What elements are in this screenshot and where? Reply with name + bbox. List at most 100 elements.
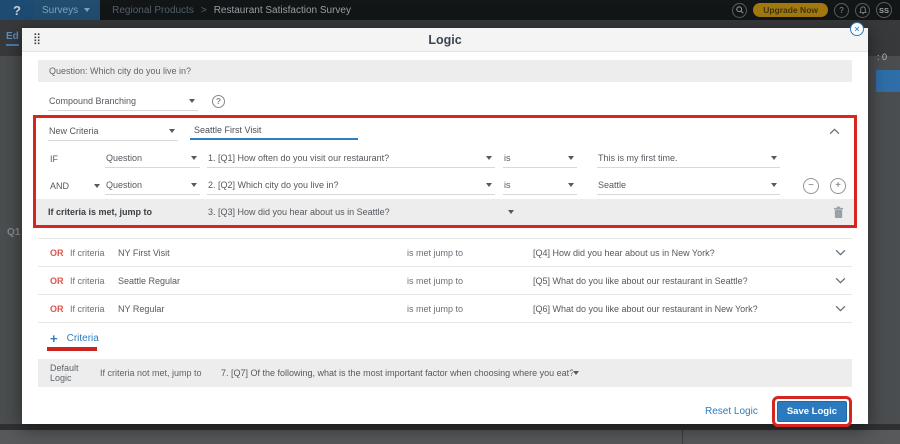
or-label: OR	[50, 304, 70, 314]
jump-to-label: If criteria is met, jump to	[48, 207, 207, 217]
brand-logo-glyph: ?	[13, 3, 21, 18]
plus-icon[interactable]: +	[50, 334, 58, 344]
default-logic-mid: If criteria not met, jump to	[100, 368, 212, 378]
drag-handle-icon[interactable]: ⣿	[33, 32, 40, 45]
caret-down-icon	[94, 184, 100, 188]
breadcrumb-separator: >	[201, 5, 207, 16]
default-jump-select[interactable]: 7. [Q7] Of the following, what is the mo…	[220, 364, 582, 383]
or-label: OR	[50, 276, 70, 286]
condition-row-actions: − +	[803, 178, 846, 194]
saved-criteria-row[interactable]: OR If criteria Seattle Regular is met ju…	[38, 267, 852, 295]
condition-operator-select[interactable]: is	[503, 176, 577, 195]
caret-down-icon	[191, 183, 197, 187]
criteria-target: [Q4] How did you hear about us in New Yo…	[533, 248, 715, 258]
condition-type-value: Question	[106, 153, 142, 163]
condition-value-select[interactable]: This is my first time.	[597, 149, 780, 168]
add-criteria-link[interactable]: Criteria	[67, 333, 99, 344]
caret-down-icon	[191, 156, 197, 160]
criteria-mid-label: is met jump to	[407, 276, 533, 286]
criteria-target: [Q5] What do you like about our restaura…	[533, 276, 748, 286]
chevron-down-icon[interactable]	[835, 305, 846, 312]
branching-type-select[interactable]: Compound Branching	[48, 92, 198, 111]
or-label: OR	[50, 248, 70, 258]
connector-label: IF	[50, 154, 58, 164]
breadcrumb-survey-title: Restaurant Satisfaction Survey	[214, 5, 351, 16]
reset-logic-link[interactable]: Reset Logic	[705, 406, 758, 417]
chevron-down-icon[interactable]	[835, 277, 846, 284]
condition-question-select[interactable]: 1. [Q1] How often do you visit our resta…	[207, 149, 495, 168]
caret-down-icon	[573, 371, 579, 375]
caret-down-icon	[568, 183, 574, 187]
add-criteria-row: + Criteria	[38, 333, 852, 344]
topbar-actions: Upgrade Now ? SS	[732, 2, 900, 18]
criteria-target: [Q6] What do you like about our restaura…	[533, 304, 758, 314]
surveys-menu[interactable]: Surveys	[34, 0, 100, 20]
condition-connector-select[interactable]: AND	[48, 181, 100, 191]
chevron-down-icon	[84, 8, 90, 12]
caret-down-icon	[169, 129, 175, 133]
caret-down-icon	[486, 156, 492, 160]
chevron-down-icon[interactable]	[835, 249, 846, 256]
save-logic-button[interactable]: Save Logic	[777, 401, 847, 422]
search-icon[interactable]	[732, 3, 747, 18]
dialog-footer: Reset Logic Save Logic	[38, 396, 852, 427]
condition-type-select[interactable]: Question	[105, 176, 200, 195]
add-condition-icon[interactable]: +	[830, 178, 846, 194]
annotation-ring: Save Logic	[772, 396, 852, 427]
criteria-select-value: New Criteria	[49, 126, 99, 136]
condition-value: This is my first time.	[598, 153, 678, 163]
delete-criteria-icon[interactable]	[833, 206, 844, 219]
branching-type-row: Compound Branching ?	[48, 89, 852, 113]
condition-row: IF Question 1. [Q1] How often do you vis…	[36, 145, 854, 172]
condition-question-select[interactable]: 2. [Q2] Which city do you live in?	[207, 176, 495, 195]
background-edit-tab: Ed	[6, 31, 19, 46]
brand-logo[interactable]: ?	[0, 0, 34, 20]
criteria-mid-label: is met jump to	[407, 248, 533, 258]
caret-down-icon	[189, 99, 195, 103]
saved-criteria-row[interactable]: OR If criteria NY Regular is met jump to…	[38, 295, 852, 323]
condition-row: AND Question 2. [Q2] Which city do you l…	[36, 172, 854, 199]
criteria-mid-label: is met jump to	[407, 304, 533, 314]
condition-value-select[interactable]: Seattle	[597, 176, 780, 195]
chevron-up-icon[interactable]	[829, 128, 840, 135]
criteria-editor: New Criteria IF Question 1. [Q1] How oft…	[33, 115, 857, 228]
condition-type-select[interactable]: Question	[105, 149, 200, 168]
notifications-bell-icon[interactable]	[855, 3, 870, 18]
dialog-header: ⣿ Logic ✕	[22, 28, 868, 52]
avatar[interactable]: SS	[876, 2, 892, 18]
saved-criteria-row[interactable]: OR If criteria NY First Visit is met jum…	[38, 239, 852, 267]
condition-operator-value: is	[504, 153, 511, 163]
question-context: Question: Which city do you live in?	[38, 60, 852, 82]
connector-label: AND	[50, 181, 69, 191]
breadcrumb-folder[interactable]: Regional Products	[112, 5, 194, 16]
caret-down-icon	[486, 183, 492, 187]
remove-condition-icon[interactable]: −	[803, 178, 819, 194]
default-logic-label: Default Logic	[50, 363, 94, 383]
upgrade-now-button[interactable]: Upgrade Now	[753, 3, 828, 17]
surveys-menu-label: Surveys	[42, 5, 78, 16]
condition-type-value: Question	[106, 180, 142, 190]
condition-connector: IF	[48, 154, 100, 164]
criteria-name: Seattle Regular	[118, 276, 407, 286]
help-menu-icon[interactable]: ?	[834, 3, 849, 18]
condition-value: Seattle	[598, 180, 626, 190]
criteria-prefix: If criteria	[70, 248, 118, 258]
background-question-label: Q1	[7, 227, 20, 238]
jump-target-select[interactable]: 3. [Q3] How did you hear about us in Sea…	[207, 203, 517, 222]
footer-strip-divider	[682, 430, 683, 444]
condition-question-value: 1. [Q1] How often do you visit our resta…	[208, 153, 389, 163]
criteria-prefix: If criteria	[70, 276, 118, 286]
logic-dialog: ⣿ Logic ✕ Question: Which city do you li…	[22, 28, 868, 424]
criteria-name-input[interactable]	[190, 123, 358, 140]
condition-operator-select[interactable]: is	[503, 149, 577, 168]
help-icon[interactable]: ?	[212, 95, 225, 108]
background-footer-strip	[0, 430, 900, 444]
close-icon[interactable]: ✕	[850, 22, 864, 36]
jump-target-value: 3. [Q3] How did you hear about us in Sea…	[208, 207, 390, 217]
jump-to-row: If criteria is met, jump to 3. [Q3] How …	[36, 199, 854, 225]
criteria-select[interactable]: New Criteria	[48, 122, 178, 141]
branching-type-value: Compound Branching	[49, 96, 136, 106]
condition-question-value: 2. [Q2] Which city do you live in?	[208, 180, 339, 190]
annotation-underline	[47, 347, 97, 351]
caret-down-icon	[771, 183, 777, 187]
